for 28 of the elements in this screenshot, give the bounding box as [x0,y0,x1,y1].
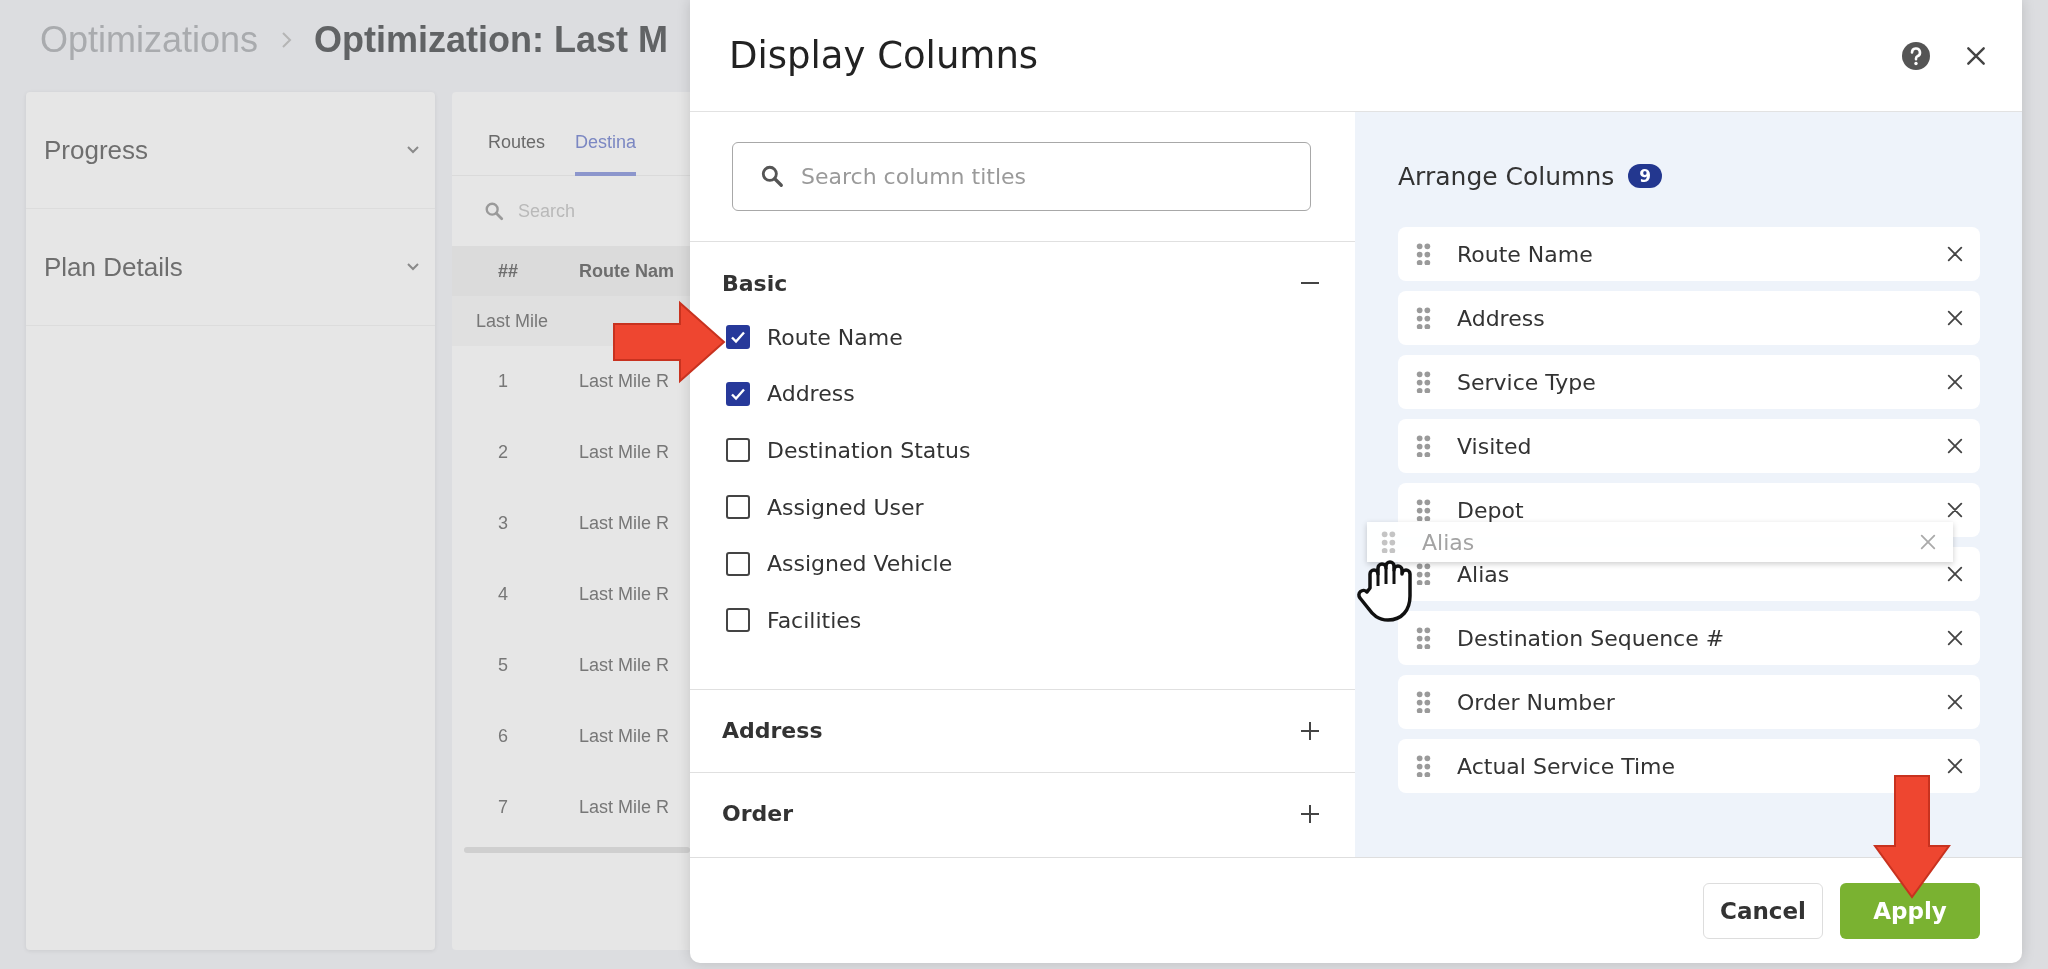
table-cell: Last Mile R [579,513,670,534]
table-cell-text: 1 [497,371,509,392]
table-cell-text: 7 [497,797,509,818]
table-cell-text: 2 [497,442,509,463]
column-name: Order Number [1457,689,1616,715]
table-cell: Last Mile R [579,655,670,676]
table-cell-text: 5 [497,655,509,676]
group-row-label: Last Mile [476,310,549,332]
table-cell: Last Mile R [579,442,670,463]
column-name: Service Type [1457,369,1597,395]
count-badge: 9 [1628,164,1663,188]
table-cell-text: 4 [497,584,509,605]
column-name: Destination Sequence # [1457,625,1726,651]
column-name: Actual Service Time [1457,753,1677,779]
table-cell: Last Mile R [579,371,670,392]
column-name: Alias [1457,561,1511,587]
column-name: Address [1457,305,1546,331]
table-cell: Last Mile R [579,584,670,605]
panel-title: Arrange Columns [1398,161,1615,191]
table-cell-text: 3 [497,513,509,534]
dialog-title: Display Columns [729,34,1040,77]
page-title: Optimization: Last M [314,19,669,61]
column-name: Depot [1457,497,1525,523]
table-cell-text: 6 [497,726,509,747]
column-name: Visited [1457,433,1533,459]
column-name: Route Name [1457,241,1594,267]
table-cell: Last Mile R [579,797,670,818]
table-cell: Last Mile R [579,726,670,747]
